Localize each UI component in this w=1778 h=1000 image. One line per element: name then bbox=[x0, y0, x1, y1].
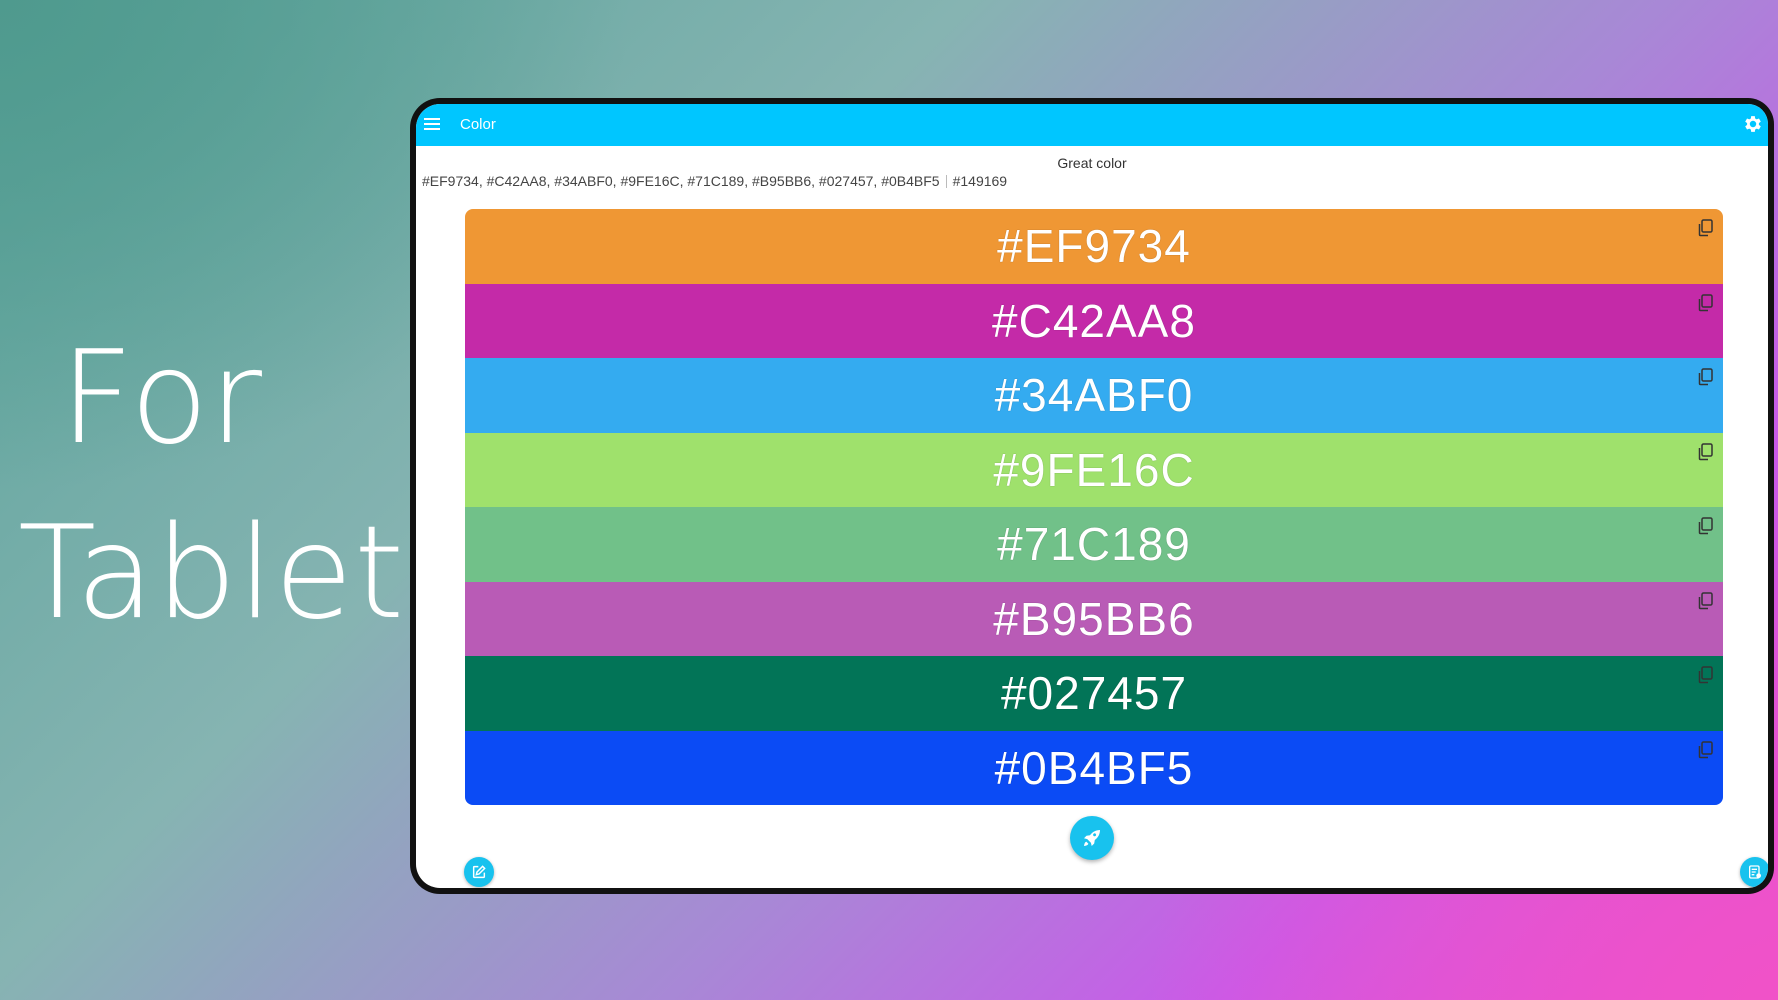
swatch-label: #0B4BF5 bbox=[994, 741, 1194, 794]
swatch-label: #EF9734 bbox=[997, 220, 1191, 273]
color-swatch[interactable]: #B95BB6 bbox=[465, 581, 1723, 656]
color-swatch[interactable]: #34ABF0 bbox=[465, 358, 1723, 433]
swatch-label: #34ABF0 bbox=[994, 369, 1194, 422]
swatch-list: #EF9734 #C42AA8 #34ABF0 #9FE16C #71C189 … bbox=[465, 209, 1723, 805]
swatch-label: #9FE16C bbox=[993, 443, 1195, 496]
promo-line-for: For bbox=[60, 324, 263, 473]
color-swatch[interactable]: #027457 bbox=[465, 656, 1723, 731]
copy-icon[interactable] bbox=[1697, 368, 1713, 386]
color-swatch[interactable]: #9FE16C bbox=[465, 432, 1723, 507]
palette-subtitle: Great color bbox=[1057, 155, 1127, 171]
copy-icon[interactable] bbox=[1697, 219, 1713, 237]
copy-icon[interactable] bbox=[1697, 442, 1713, 461]
color-swatch[interactable]: #C42AA8 bbox=[465, 283, 1723, 358]
copy-icon[interactable] bbox=[1697, 293, 1713, 312]
divider bbox=[945, 175, 947, 188]
copy-icon[interactable] bbox=[1697, 591, 1713, 610]
extra-color-code: #149169 bbox=[952, 173, 1008, 189]
edit-icon[interactable] bbox=[464, 857, 494, 887]
app-bar: Color bbox=[416, 104, 1768, 146]
promo-line-tablets: Tablets bbox=[18, 499, 473, 648]
swatch-label: #C42AA8 bbox=[992, 294, 1196, 347]
copy-icon[interactable] bbox=[1697, 666, 1713, 684]
app-screen: Color Great color #EF9734, #C42AA8, #34A… bbox=[416, 104, 1768, 888]
rocket-icon[interactable] bbox=[1070, 816, 1114, 860]
menu-icon[interactable] bbox=[422, 115, 442, 135]
copy-icon[interactable] bbox=[1697, 517, 1713, 535]
color-swatch[interactable]: #71C189 bbox=[465, 507, 1723, 582]
color-swatch[interactable]: #0B4BF5 bbox=[465, 730, 1723, 805]
palette-hex-list[interactable]: #EF9734, #C42AA8, #34ABF0, #9FE16C, #71C… bbox=[422, 173, 1007, 189]
palette-codes: #EF9734, #C42AA8, #34ABF0, #9FE16C, #71C… bbox=[422, 173, 940, 189]
app-title: Color bbox=[460, 116, 496, 133]
gear-icon[interactable] bbox=[1742, 113, 1764, 135]
swatch-label: #027457 bbox=[1000, 667, 1188, 720]
swatch-label: #B95BB6 bbox=[993, 592, 1195, 645]
swatch-label: #71C189 bbox=[997, 518, 1191, 571]
copy-icon[interactable] bbox=[1697, 740, 1713, 759]
color-swatch[interactable]: #EF9734 bbox=[465, 209, 1723, 284]
saved-list-icon[interactable] bbox=[1740, 857, 1768, 887]
tablet-frame: Color Great color #EF9734, #C42AA8, #34A… bbox=[410, 98, 1774, 894]
